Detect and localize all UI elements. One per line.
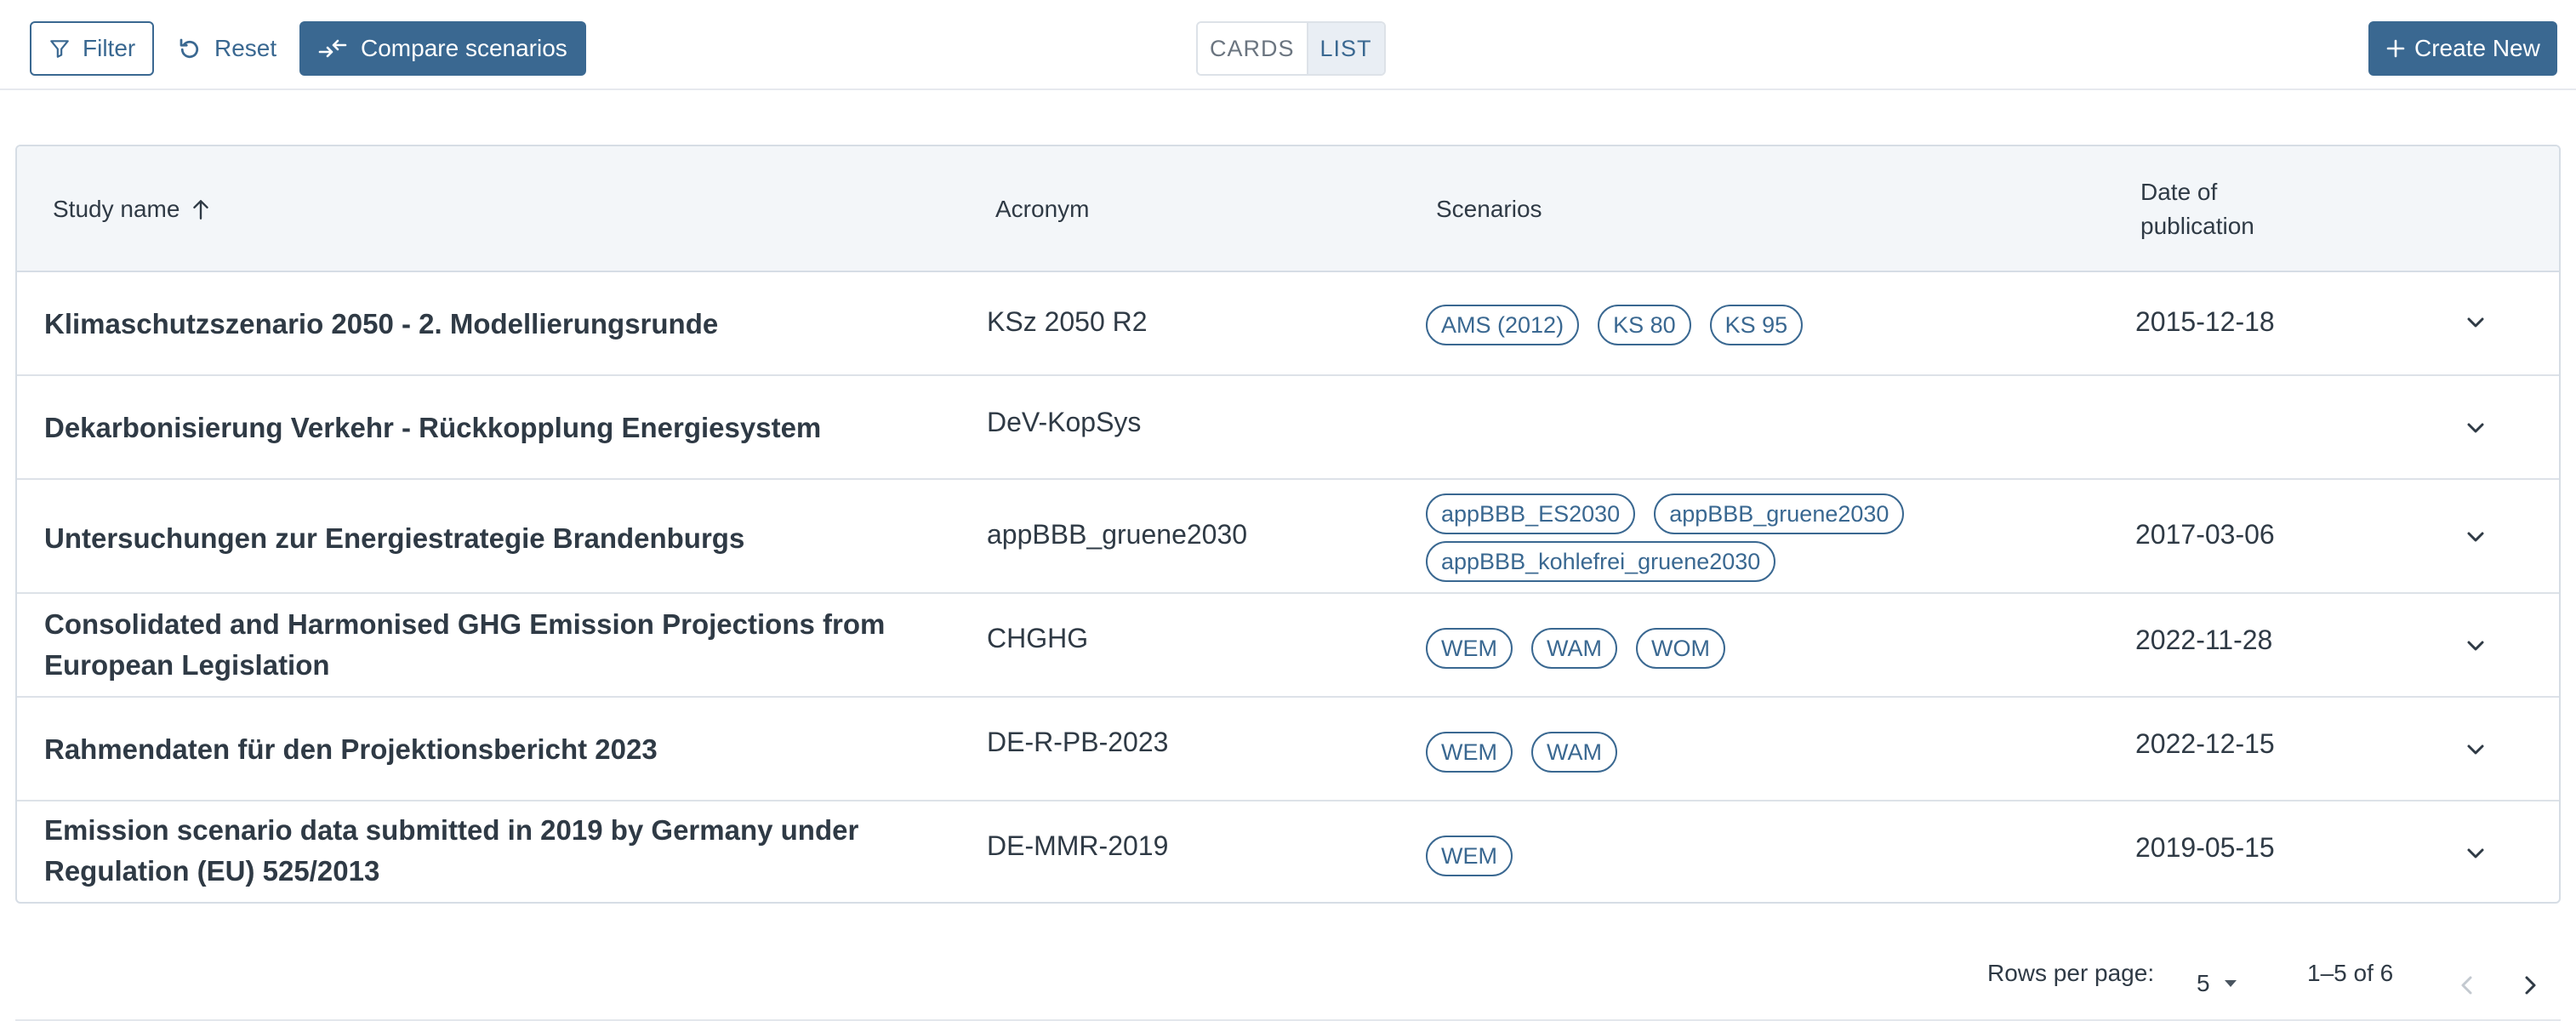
expand-row-button[interactable]: [2459, 306, 2493, 340]
scenarios-cell: WEM WAM WOM: [1426, 628, 1936, 669]
expand-row-button[interactable]: [2459, 521, 2493, 555]
acronym-cell: DE-R-PB-2023: [987, 727, 1169, 757]
next-page-button[interactable]: [2511, 967, 2549, 1004]
expand-row-button[interactable]: [2459, 630, 2493, 664]
reset-icon: [177, 36, 202, 61]
expand-row-button[interactable]: [2459, 412, 2493, 446]
scenarios-cell: WEM: [1426, 836, 1936, 876]
scenario-chip[interactable]: WEM: [1426, 628, 1513, 669]
acronym-cell: KSz 2050 R2: [987, 306, 1148, 337]
scenario-chip[interactable]: appBBB_kohlefrei_gruene2030: [1426, 541, 1776, 582]
study-name-cell: Rahmendaten für den Projektionsbericht 2…: [44, 733, 658, 765]
scenario-chip[interactable]: WOM: [1635, 628, 1725, 669]
table-header: Study name Acronym Scenarios Date of pub…: [17, 146, 2559, 272]
acronym-cell: appBBB_gruene2030: [987, 519, 1248, 550]
column-header-study-name-label: Study name: [53, 196, 180, 222]
chevron-down-icon: [2467, 641, 2484, 651]
rows-per-page-value: 5: [2197, 970, 2210, 996]
reset-button[interactable]: Reset: [177, 21, 276, 76]
column-header-date-line2: publication: [2140, 213, 2254, 239]
compare-arrows-icon: [318, 37, 347, 60]
view-list-option[interactable]: LIST: [1306, 23, 1384, 74]
rows-per-page-label: Rows per page:: [1987, 960, 2155, 986]
date-cell: 2019-05-15: [2135, 832, 2275, 863]
date-cell: 2017-03-06: [2135, 519, 2275, 550]
toolbar: Filter Reset Compare scenarios CARDS LIS…: [0, 0, 2576, 90]
filter-button[interactable]: Filter: [30, 21, 155, 76]
plus-icon: [2385, 38, 2406, 59]
scenario-chip[interactable]: WEM: [1426, 836, 1513, 876]
table-row[interactable]: Dekarbonisierung Verkehr - Rückkopplung …: [17, 376, 2559, 480]
column-header-acronym[interactable]: Acronym: [995, 192, 1089, 226]
scenario-chip[interactable]: KS 80: [1598, 305, 1691, 345]
scenario-chip[interactable]: WAM: [1530, 732, 1617, 773]
column-header-date[interactable]: Date of publication: [2140, 175, 2254, 243]
column-header-scenarios[interactable]: Scenarios: [1436, 192, 1542, 226]
create-new-button[interactable]: Create New: [2368, 21, 2557, 76]
expand-row-button[interactable]: [2459, 733, 2493, 767]
study-name-cell: Klimaschutzszenario 2050 - 2. Modellieru…: [44, 308, 719, 339]
date-cell: 2022-12-15: [2135, 728, 2275, 759]
compare-label: Compare scenarios: [361, 35, 567, 61]
study-name-cell: Emission scenario data submitted in 2019…: [44, 814, 859, 887]
sort-ascending-icon[interactable]: [190, 197, 212, 221]
acronym-cell: DE-MMR-2019: [987, 830, 1169, 861]
column-header-date-line1: Date of: [2140, 179, 2218, 205]
table-row[interactable]: Klimaschutzszenario 2050 - 2. Modellieru…: [17, 272, 2559, 376]
view-cards-option[interactable]: CARDS: [1198, 23, 1307, 74]
chevron-down-icon: [2467, 848, 2484, 858]
study-name-cell: Consolidated and Harmonised GHG Emission…: [44, 608, 886, 681]
chevron-down-icon: [2467, 317, 2484, 328]
date-cell: 2015-12-18: [2135, 306, 2275, 337]
table-row[interactable]: Emission scenario data submitted in 2019…: [17, 801, 2559, 902]
study-name-cell: Untersuchungen zur Energiestrategie Bran…: [44, 522, 745, 554]
caret-down-icon: [2224, 980, 2237, 987]
scenario-chip[interactable]: appBBB_ES2030: [1426, 493, 1636, 534]
create-new-label: Create New: [2414, 35, 2540, 61]
pagination-range: 1–5 of 6: [2307, 960, 2394, 986]
scenarios-cell: WEM WAM: [1426, 732, 1936, 773]
scenario-chip[interactable]: AMS (2012): [1426, 305, 1580, 345]
rows-per-page-select[interactable]: 5: [2197, 970, 2239, 997]
table-row[interactable]: Rahmendaten für den Projektionsbericht 2…: [17, 698, 2559, 801]
scenarios-cell: AMS (2012) KS 80 KS 95: [1426, 305, 1936, 345]
column-header-study-name[interactable]: Study name: [53, 192, 212, 226]
scenario-chip[interactable]: WEM: [1426, 732, 1513, 773]
scenario-chip[interactable]: KS 95: [1709, 305, 1804, 345]
compare-scenarios-button[interactable]: Compare scenarios: [299, 21, 586, 76]
chevron-down-icon: [2467, 423, 2484, 433]
study-name-cell: Dekarbonisierung Verkehr - Rückkopplung …: [44, 412, 822, 443]
chevron-right-icon: [2525, 976, 2536, 995]
pagination: Rows per page: 5 1–5 of 6: [0, 936, 2576, 1021]
scenario-chip[interactable]: WAM: [1530, 628, 1617, 669]
expand-row-button[interactable]: [2459, 837, 2493, 871]
previous-page-button[interactable]: [2448, 967, 2486, 1004]
chevron-down-icon: [2467, 532, 2484, 542]
filter-icon: [48, 37, 71, 60]
table-row[interactable]: Untersuchungen zur Energiestrategie Bran…: [17, 480, 2559, 594]
filter-label: Filter: [83, 35, 136, 61]
table-row[interactable]: Consolidated and Harmonised GHG Emission…: [17, 594, 2559, 698]
date-cell: 2022-11-28: [2135, 625, 2273, 655]
acronym-cell: DeV-KopSys: [987, 407, 1142, 437]
scenarios-cell: appBBB_ES2030 appBBB_gruene2030 appBBB_k…: [1426, 493, 1936, 582]
chevron-down-icon: [2467, 744, 2484, 755]
scenario-chip[interactable]: appBBB_gruene2030: [1654, 493, 1905, 534]
view-toggle: CARDS LIST: [1196, 21, 1386, 76]
chevron-left-icon: [2461, 976, 2472, 995]
studies-table: Study name Acronym Scenarios Date of pub…: [15, 145, 2561, 904]
acronym-cell: CHGHG: [987, 623, 1089, 653]
reset-label: Reset: [214, 35, 277, 61]
